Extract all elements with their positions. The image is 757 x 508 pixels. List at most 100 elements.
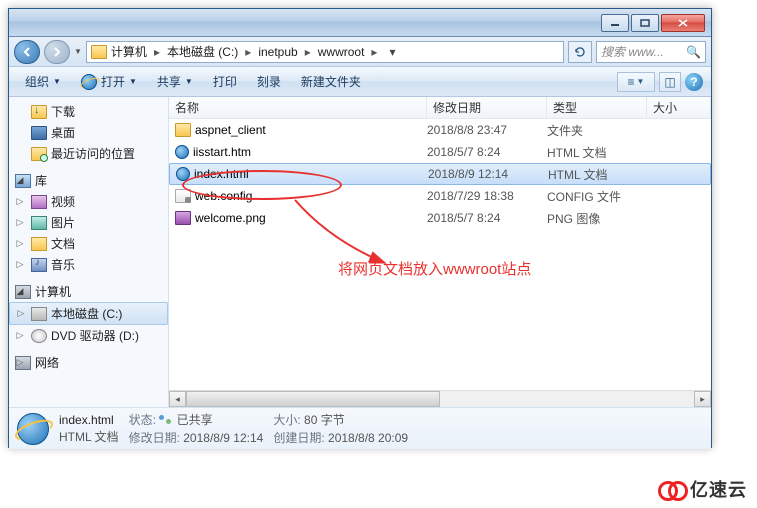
address-dropdown[interactable]: ▾ [384, 45, 400, 59]
sidebar-item-desktop[interactable]: 桌面 [9, 122, 168, 143]
chevron-right-icon[interactable]: ▸ [368, 45, 380, 59]
file-date: 2018/7/29 18:38 [427, 189, 547, 203]
search-placeholder: 搜索 www... [601, 43, 664, 60]
sidebar-item-dvd[interactable]: ▷DVD 驱动器 (D:) [9, 325, 168, 346]
share-button[interactable]: 共享▼ [149, 70, 201, 93]
chevron-right-icon[interactable]: ▸ [242, 45, 254, 59]
sidebar-computer[interactable]: ◢计算机 [9, 281, 168, 302]
disk-icon [31, 307, 47, 321]
cfg-icon [175, 189, 191, 203]
close-button[interactable] [661, 14, 705, 32]
column-name[interactable]: 名称 [169, 97, 427, 118]
back-button[interactable] [14, 40, 40, 64]
file-type: HTML 文档 [547, 144, 657, 161]
crumb-computer[interactable]: 计算机 [111, 43, 147, 60]
ie-file-icon [17, 413, 49, 445]
column-headers: 名称 修改日期 类型 大小 [169, 97, 711, 119]
sidebar-network[interactable]: ▷网络 [9, 352, 168, 373]
sidebar-item-pictures[interactable]: ▷图片 [9, 212, 168, 233]
refresh-button[interactable] [568, 41, 592, 63]
file-type: HTML 文档 [548, 166, 658, 183]
shared-icon [159, 415, 173, 427]
burn-button[interactable]: 刻录 [249, 70, 289, 93]
history-dropdown[interactable]: ▼ [74, 47, 82, 56]
recent-icon [31, 147, 47, 161]
triangle-down-icon: ◢ [15, 175, 25, 186]
downloads-icon [31, 105, 47, 119]
print-button[interactable]: 打印 [205, 70, 245, 93]
crumb-disk[interactable]: 本地磁盘 (C:) [167, 43, 238, 60]
videos-icon [31, 195, 47, 209]
triangle-right-icon: ▷ [15, 330, 25, 341]
documents-icon [31, 237, 47, 251]
sidebar-item-disk-c[interactable]: ▷本地磁盘 (C:) [9, 302, 168, 325]
file-name: index.html [194, 167, 249, 181]
triangle-right-icon: ▷ [15, 217, 25, 228]
column-type[interactable]: 类型 [547, 97, 647, 118]
sidebar-item-music[interactable]: ▷音乐 [9, 254, 168, 275]
content-pane: 名称 修改日期 类型 大小 aspnet_client2018/8/8 23:4… [169, 97, 711, 407]
open-button[interactable]: 打开▼ [73, 70, 145, 93]
file-date: 2018/8/8 23:47 [427, 123, 547, 137]
desktop-icon [31, 126, 47, 140]
watermark-logo: 亿速云 [658, 476, 747, 502]
address-field[interactable]: 计算机 ▸ 本地磁盘 (C:) ▸ inetpub ▸ wwwroot ▸ ▾ [86, 41, 564, 63]
file-name: web.config [195, 189, 252, 203]
sidebar-item-documents[interactable]: ▷文档 [9, 233, 168, 254]
triangle-right-icon: ▷ [15, 196, 25, 207]
dvd-icon [31, 329, 47, 343]
file-row[interactable]: web.config 2018/7/29 18:38CONFIG 文件 [169, 185, 711, 207]
organize-menu[interactable]: 组织▼ [17, 70, 69, 93]
titlebar [9, 9, 711, 37]
sidebar-item-recent[interactable]: 最近访问的位置 [9, 143, 168, 164]
preview-pane-button[interactable]: ◫ [659, 72, 681, 92]
file-type: 文件夹 [547, 122, 657, 139]
sidebar-item-videos[interactable]: ▷视频 [9, 191, 168, 212]
crumb-wwwroot[interactable]: wwwroot [318, 45, 365, 59]
png-icon [175, 211, 191, 225]
scroll-thumb[interactable] [186, 391, 440, 407]
file-date: 2018/8/9 12:14 [428, 167, 548, 181]
forward-button[interactable] [44, 40, 70, 64]
maximize-button[interactable] [631, 14, 659, 32]
scroll-right-button[interactable]: ▸ [694, 391, 711, 407]
chevron-right-icon[interactable]: ▸ [151, 45, 163, 59]
logo-text: 亿速云 [690, 476, 747, 502]
horizontal-scrollbar[interactable]: ◂ ▸ [169, 390, 711, 407]
column-size[interactable]: 大小 [647, 97, 711, 118]
folder-icon [175, 123, 191, 137]
file-type: CONFIG 文件 [547, 188, 657, 205]
file-row[interactable]: index.html 2018/8/9 12:14HTML 文档 [169, 163, 711, 185]
scroll-track[interactable] [186, 391, 694, 407]
scroll-left-button[interactable]: ◂ [169, 391, 186, 407]
body: 下载 桌面 最近访问的位置 ◢库 ▷视频 ▷图片 ▷文档 ▷音乐 ◢计算机 ▷本… [9, 97, 711, 407]
triangle-down-icon: ◢ [15, 286, 25, 297]
triangle-right-icon: ▷ [15, 238, 25, 249]
crumb-inetpub[interactable]: inetpub [258, 45, 297, 59]
file-list: aspnet_client2018/8/8 23:47文件夹iisstart.h… [169, 119, 711, 229]
details-filetype: HTML 文档 [59, 428, 119, 445]
search-icon: 🔍 [686, 45, 701, 59]
explorer-window: ▼ 计算机 ▸ 本地磁盘 (C:) ▸ inetpub ▸ wwwroot ▸ … [8, 8, 712, 448]
sidebar-item-downloads[interactable]: 下载 [9, 101, 168, 122]
new-folder-button[interactable]: 新建文件夹 [293, 70, 369, 93]
file-name: welcome.png [195, 211, 266, 225]
triangle-right-icon: ▷ [15, 259, 25, 270]
file-type: PNG 图像 [547, 210, 657, 227]
search-input[interactable]: 搜索 www... 🔍 [596, 41, 706, 63]
sidebar-libraries[interactable]: ◢库 [9, 170, 168, 191]
help-button[interactable]: ? [685, 73, 703, 91]
column-date[interactable]: 修改日期 [427, 97, 547, 118]
folder-icon [91, 45, 107, 59]
file-row[interactable]: iisstart.htm2018/5/7 8:24HTML 文档 [169, 141, 711, 163]
chevron-right-icon[interactable]: ▸ [302, 45, 314, 59]
details-pane: index.html HTML 文档 状态: 已共享 修改日期: 2018/8/… [9, 407, 711, 449]
address-bar: ▼ 计算机 ▸ 本地磁盘 (C:) ▸ inetpub ▸ wwwroot ▸ … [9, 37, 711, 67]
file-row[interactable]: aspnet_client2018/8/8 23:47文件夹 [169, 119, 711, 141]
minimize-button[interactable] [601, 14, 629, 32]
pictures-icon [31, 216, 47, 230]
ie-icon [176, 167, 190, 181]
ie-icon [175, 145, 189, 159]
file-row[interactable]: welcome.png2018/5/7 8:24PNG 图像 [169, 207, 711, 229]
view-options-button[interactable]: ≡▼ [617, 72, 655, 92]
